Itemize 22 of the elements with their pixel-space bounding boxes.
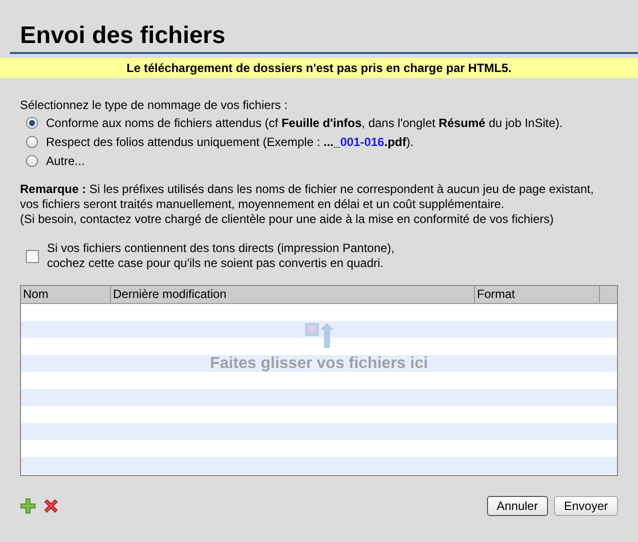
- naming-prompt: Sélectionnez le type de nommage de vos fichiers :: [20, 97, 288, 113]
- drop-files-icon: [304, 322, 334, 349]
- radio-label: Conforme aux noms de fichiers attendus (cf Feuille d'infos, dans l'onglet Résumé du job InSite).: [46, 114, 563, 132]
- page-title: Envoi des fichiers: [20, 22, 226, 50]
- radio-button[interactable]: [26, 136, 38, 148]
- radio-button[interactable]: [26, 154, 38, 166]
- warning-text: Le téléchargement de dossiers n'est pas pris en charge par HTML5.: [126, 60, 512, 77]
- delete-icon[interactable]: [43, 498, 59, 514]
- remark-text: Remarque : Si les préfixes utilisés dans les noms de fichier ne correspondent à aucun jeu de page existant, vos fichiers seront traités manuellement, moyennement en délai et un coût supplémentaire. (Si besoin, contactez votre chargé de clientèle pour une aide à la mise en conformité de vos fichiers): [20, 182, 595, 227]
- radio-label: Respect des folios attendus uniquement (Exemple : ..._001-016.pdf).: [46, 134, 414, 150]
- column-header[interactable]: Nom: [21, 286, 111, 303]
- cancel-button[interactable]: Annuler: [486, 496, 548, 516]
- radio-button[interactable]: [26, 116, 38, 128]
- drop-hint: Faites glisser vos fichiers ici: [210, 354, 428, 374]
- column-header[interactable]: Dernière modification: [111, 286, 475, 303]
- send-button[interactable]: Envoyer: [554, 496, 618, 516]
- file-table[interactable]: Nom Dernière modification Format Faites glisser vos fichiers ici: [20, 285, 618, 476]
- radio-label: Autre...: [46, 152, 85, 170]
- checkbox-label: Si vos fichiers contiennent des tons directs (impression Pantone), cochez cette case pour qu'ils ne soient pas convertis en quadri.: [47, 241, 395, 271]
- add-icon[interactable]: [20, 498, 36, 514]
- column-header[interactable]: Format: [475, 286, 600, 303]
- checkbox[interactable]: [26, 250, 39, 262]
